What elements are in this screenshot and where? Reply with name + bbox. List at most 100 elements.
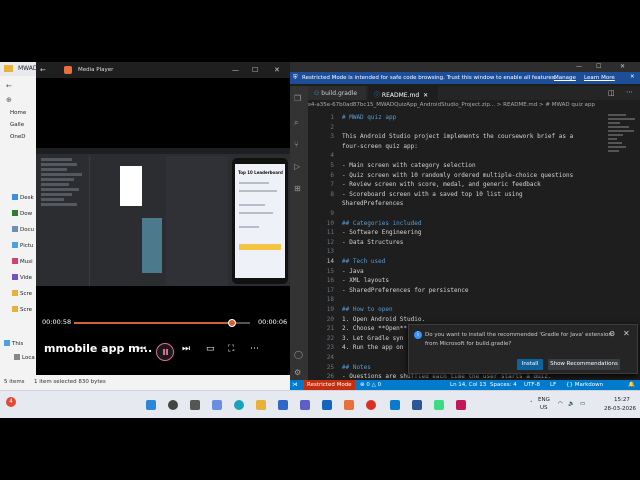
restricted-text: Restricted Mode is intended for safe cod… bbox=[302, 75, 557, 81]
code-line[interactable]: - Review screen with score, medal, and g… bbox=[342, 181, 541, 188]
line-number: 8 bbox=[330, 190, 334, 198]
code-line[interactable]: ## Categories included bbox=[342, 220, 421, 227]
code-line[interactable]: - Main screen with category selection bbox=[342, 162, 476, 169]
code-line[interactable]: - XML layouts bbox=[342, 277, 389, 284]
eol-status[interactable]: LF bbox=[550, 382, 556, 388]
android-studio-icon[interactable] bbox=[434, 400, 444, 410]
chevron-up-icon[interactable]: ˄ bbox=[530, 401, 533, 407]
learn-more-link[interactable]: Learn More bbox=[584, 75, 615, 81]
search-icon[interactable] bbox=[168, 400, 178, 410]
volume-icon[interactable]: 🔈 bbox=[568, 401, 575, 407]
show-recommendations-button[interactable]: Show Recommendations bbox=[548, 359, 620, 370]
code-line[interactable]: - Scoreboard screen with a saved top 10 … bbox=[342, 191, 523, 198]
input-language[interactable]: ENG bbox=[538, 397, 550, 403]
source-control-icon[interactable]: ⑂ bbox=[294, 140, 299, 149]
code-line[interactable]: SharedPreferences bbox=[342, 200, 403, 207]
code-line[interactable]: 1. Open Android Studio. bbox=[342, 316, 425, 323]
remote-icon[interactable]: ⋊ bbox=[292, 382, 298, 388]
back-arrow-icon[interactable]: ← bbox=[40, 66, 46, 74]
code-line[interactable]: ## Tech used bbox=[342, 258, 385, 265]
restricted-mode-status[interactable]: Restricted Mode bbox=[304, 380, 355, 390]
run-debug-icon[interactable]: ▷ bbox=[294, 162, 300, 171]
input-region[interactable]: US bbox=[540, 405, 548, 411]
word-icon[interactable] bbox=[412, 400, 422, 410]
breadcrumb[interactable]: s4-a35e-67b0ad87bc15_MWADQuizApp_Android… bbox=[308, 102, 640, 112]
teams-icon[interactable] bbox=[300, 400, 310, 410]
account-icon[interactable]: ◯ bbox=[294, 350, 303, 359]
split-editor-icon[interactable]: ◫ bbox=[608, 89, 615, 97]
code-line[interactable]: ## How to open bbox=[342, 306, 393, 313]
line-number: 9 bbox=[330, 210, 334, 217]
encoding-status[interactable]: UTF-8 bbox=[524, 382, 540, 388]
seek-bar[interactable] bbox=[74, 319, 250, 327]
file-explorer-icon[interactable] bbox=[256, 400, 266, 410]
manage-link[interactable]: Manage bbox=[554, 75, 576, 81]
edge-icon[interactable] bbox=[234, 400, 244, 410]
code-line[interactable]: - Quiz screen with 10 randomly ordered m… bbox=[342, 172, 573, 179]
close-icon[interactable]: ✕ bbox=[623, 329, 630, 338]
pause-button[interactable] bbox=[156, 343, 174, 361]
maximize-icon[interactable]: ☐ bbox=[596, 63, 601, 70]
copilot-icon[interactable] bbox=[212, 400, 222, 410]
start-icon[interactable] bbox=[146, 400, 156, 410]
skip-back-icon[interactable]: ⏮ bbox=[138, 344, 146, 354]
code-line[interactable]: 4. Run the app on bbox=[342, 344, 403, 351]
close-icon[interactable]: ✕ bbox=[620, 63, 625, 70]
code-line[interactable]: # MWAD quiz app bbox=[342, 114, 396, 121]
indentation-status[interactable]: Spaces: 4 bbox=[490, 382, 517, 388]
wifi-icon[interactable]: ◠ bbox=[558, 401, 563, 407]
battery-icon[interactable]: ▭ bbox=[580, 401, 585, 407]
close-tab-icon[interactable]: ✕ bbox=[423, 92, 428, 99]
extensions-icon[interactable]: ⊞ bbox=[294, 184, 301, 193]
sidebar-item-this-pc[interactable]: This bbox=[4, 340, 40, 350]
minimize-icon[interactable]: — bbox=[232, 66, 239, 74]
miniplayer-icon[interactable]: ▭ bbox=[206, 344, 215, 354]
code-line[interactable]: - Software Engineering bbox=[342, 229, 421, 236]
code-line[interactable]: 3. Let Gradle syn bbox=[342, 335, 403, 342]
video-icon bbox=[12, 274, 18, 280]
problems-status[interactable]: ⊗ 0 △ 0 bbox=[360, 382, 381, 388]
code-line[interactable]: - Java bbox=[342, 268, 364, 275]
code-line[interactable]: - Data Structures bbox=[342, 239, 403, 246]
language-status[interactable]: {} Markdown bbox=[566, 382, 603, 388]
code-line[interactable]: - SharedPreferences for persistence bbox=[342, 287, 468, 294]
more-options-icon[interactable]: ⋯ bbox=[250, 344, 259, 354]
new-icon[interactable]: ⊕ bbox=[6, 96, 12, 104]
code-line[interactable]: four-screen quiz app: bbox=[342, 143, 418, 150]
code-line[interactable]: 2. Choose **Open** bbox=[342, 325, 407, 332]
seek-handle[interactable] bbox=[228, 319, 237, 327]
code-line[interactable]: This Android Studio project implements t… bbox=[342, 133, 573, 140]
cursor-position[interactable]: Ln 14, Col 13 bbox=[450, 382, 486, 388]
gear-icon[interactable]: ⚙ bbox=[609, 330, 615, 338]
explorer-files-icon[interactable]: ❐ bbox=[294, 94, 301, 103]
vscode-icon[interactable] bbox=[390, 400, 400, 410]
close-banner-icon[interactable]: ✕ bbox=[630, 74, 635, 80]
store-icon[interactable] bbox=[278, 400, 288, 410]
gear-icon[interactable]: ⚙ bbox=[294, 368, 301, 377]
app-icon[interactable] bbox=[456, 400, 466, 410]
tab-readme[interactable]: ⓘ README.md ✕ bbox=[368, 86, 438, 100]
bell-icon[interactable]: 🔔 bbox=[628, 382, 635, 388]
widget-badge[interactable]: 4 bbox=[6, 397, 16, 407]
fullscreen-icon[interactable]: ⛶ bbox=[228, 344, 234, 354]
folder-icon bbox=[12, 290, 18, 296]
code-line[interactable]: ## Notes bbox=[342, 364, 371, 371]
skip-forward-icon[interactable]: ⏭ bbox=[182, 344, 190, 354]
more-actions-icon[interactable]: ⋯ bbox=[626, 88, 633, 96]
clock-time[interactable]: 15:27 bbox=[614, 397, 630, 403]
minimize-icon[interactable]: — bbox=[576, 63, 582, 70]
line-number: 11 bbox=[326, 229, 334, 237]
chrome-icon[interactable] bbox=[366, 400, 376, 410]
close-icon[interactable]: ✕ bbox=[274, 66, 280, 74]
back-arrow-icon[interactable]: ← bbox=[6, 82, 12, 90]
outlook-icon[interactable] bbox=[322, 400, 332, 410]
task-view-icon[interactable] bbox=[190, 400, 200, 410]
video-frame[interactable]: Top 10 Leaderboard bbox=[36, 148, 290, 286]
install-button[interactable]: Install bbox=[517, 359, 543, 370]
clock-date[interactable]: 28-03-2026 bbox=[604, 406, 636, 412]
player-titlebar: ← Media Player — ☐ ✕ bbox=[36, 62, 290, 78]
media-player-icon[interactable] bbox=[344, 400, 354, 410]
tab-build-gradle[interactable]: ⚇ build.gradle bbox=[308, 86, 366, 100]
search-icon[interactable]: ⌕ bbox=[294, 118, 298, 128]
maximize-icon[interactable]: ☐ bbox=[252, 66, 258, 74]
